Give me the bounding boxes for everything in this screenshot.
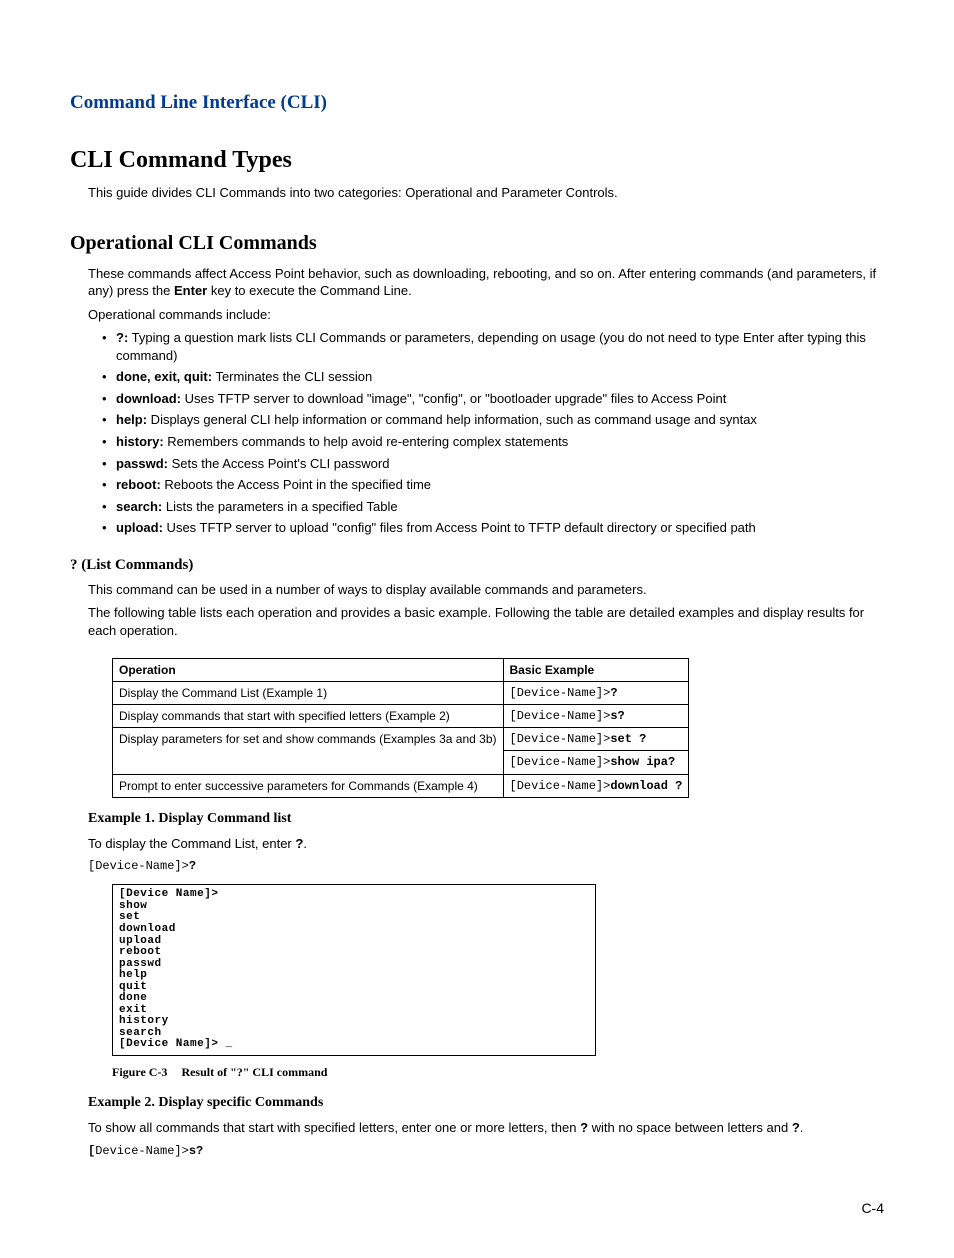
cmd-name: download: [116,391,181,406]
list-item: reboot: Reboots the Access Point in the … [102,476,884,494]
page-number: C-4 [70,1199,884,1218]
cmd: download ? [610,779,682,793]
cmd-desc: Terminates the CLI session [212,369,372,384]
cmd-desc: Remembers commands to help avoid re-ente… [164,434,569,449]
text: with no space between letters and [588,1120,792,1135]
table-row: Display the Command List (Example 1) [De… [113,681,689,704]
operational-para2: Operational commands include: [88,306,884,324]
ex-cell: [Device-Name]>? [503,681,689,704]
ex-cell: [Device-Name]>set ? [503,728,689,751]
example1-heading: Example 1. Display Command list [88,810,884,829]
op-cell: Display parameters for set and show comm… [113,728,504,774]
list-item: passwd: Sets the Access Point's CLI pass… [102,455,884,473]
cmd-name: passwd: [116,456,168,471]
list-commands-para1: This command can be used in a number of … [88,581,884,599]
list-item: history: Remembers commands to help avoi… [102,433,884,451]
cmd-name: help: [116,412,147,427]
cmd-desc: Uses TFTP server to download "image", "c… [181,391,726,406]
cmd-desc: Displays general CLI help information or… [147,412,757,427]
cmd: ? [610,686,617,700]
example2-heading: Example 2. Display specific Commands [88,1094,884,1113]
enter-key-label: Enter [174,283,207,298]
cmd: show ipa? [610,755,675,769]
figure-label: Figure C-3 [112,1065,167,1079]
text: To show all commands that start with spe… [88,1120,580,1135]
cmd-name: reboot: [116,477,161,492]
list-item: help: Displays general CLI help informat… [102,411,884,429]
table-row: Prompt to enter successive parameters fo… [113,774,689,797]
op-cell: Display commands that start with specifi… [113,704,504,727]
cmd: ? [189,859,196,873]
command-list: ?: Typing a question mark lists CLI Comm… [88,329,884,536]
table-header-row: Operation Basic Example [113,658,689,681]
cmd: set ? [610,732,646,746]
example1-text: To display the Command List, enter ?. [88,835,884,853]
figure-title: Result of "?" CLI command [181,1065,327,1079]
prompt: [Device-Name]> [510,686,611,700]
cmd-name: done, exit, quit: [116,369,212,384]
operation-table: Operation Basic Example Display the Comm… [112,658,689,798]
list-item: download: Uses TFTP server to download "… [102,390,884,408]
list-item: upload: Uses TFTP server to upload "conf… [102,519,884,537]
cmd-desc: Sets the Access Point's CLI password [168,456,389,471]
q-mark: ? [792,1120,800,1135]
prompt: [Device-Name]> [88,859,189,873]
chapter-title: Command Line Interface (CLI) [70,90,884,116]
cmd-name: upload: [116,520,163,535]
list-item: done, exit, quit: Terminates the CLI ses… [102,368,884,386]
prompt: [Device-Name]> [510,732,611,746]
prompt: [Device-Name]> [510,755,611,769]
text: . [303,836,307,851]
ex-cell: [Device-Name]>s? [503,704,689,727]
cmd: s? [189,1144,203,1158]
list-commands-para2: The following table lists each operation… [88,604,884,639]
section-title: CLI Command Types [70,144,884,176]
text: . [800,1120,804,1135]
table-row: Display parameters for set and show comm… [113,728,689,751]
list-item: ?: Typing a question mark lists CLI Comm… [102,329,884,364]
terminal-output: [Device Name]> show set download upload … [112,884,596,1056]
col-operation: Operation [113,658,504,681]
operational-para1-b: key to execute the Command Line. [207,283,412,298]
operational-para1: These commands affect Access Point behav… [88,265,884,300]
table-row: Display commands that start with specifi… [113,704,689,727]
ex-cell: [Device-Name]>show ipa? [503,751,689,774]
example2-text: To show all commands that start with spe… [88,1119,884,1137]
op-cell: Display the Command List (Example 1) [113,681,504,704]
q-mark: ? [580,1120,588,1135]
operational-heading: Operational CLI Commands [70,230,884,257]
prompt: Device-Name]> [95,1144,189,1158]
cmd-desc: Typing a question mark lists CLI Command… [116,330,866,363]
example1-code: [Device-Name]>? [88,858,884,874]
example2-code: [Device-Name]>s? [88,1143,884,1159]
figure-caption: Figure C-3 Result of "?" CLI command [112,1064,884,1080]
cmd: s? [610,709,624,723]
op-cell: Prompt to enter successive parameters fo… [113,774,504,797]
prompt: [Device-Name]> [510,709,611,723]
intro-text: This guide divides CLI Commands into two… [88,184,884,202]
list-commands-heading: ? (List Commands) [70,555,884,575]
cmd-desc: Lists the parameters in a specified Tabl… [162,499,397,514]
list-item: search: Lists the parameters in a specif… [102,498,884,516]
ex-cell: [Device-Name]>download ? [503,774,689,797]
prompt: [Device-Name]> [510,779,611,793]
text: To display the Command List, enter [88,836,295,851]
cmd-name: history: [116,434,164,449]
cmd-name: search: [116,499,162,514]
cmd-name: ?: [116,330,128,345]
cmd-desc: Uses TFTP server to upload "config" file… [163,520,756,535]
cmd-desc: Reboots the Access Point in the specifie… [161,477,431,492]
col-example: Basic Example [503,658,689,681]
